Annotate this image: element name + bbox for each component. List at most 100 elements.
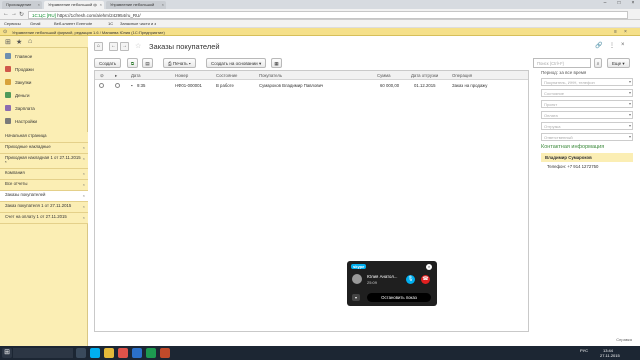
col-number[interactable]: Номер (175, 73, 188, 78)
sidebar-section-main[interactable]: Главное (0, 50, 88, 62)
task-view-icon[interactable] (76, 348, 86, 358)
app-close-icon[interactable]: × (624, 29, 627, 35)
open-item[interactable]: Приходные накладные × (0, 143, 88, 154)
more-vertical-icon[interactable]: ⋮ (609, 42, 615, 49)
maximize-icon[interactable]: □ (612, 0, 626, 8)
contact-name[interactable]: Владимир Сумароков (541, 153, 633, 162)
menu-icon[interactable]: ≡ (614, 29, 617, 35)
browser-tab[interactable]: Прохождение × (2, 1, 42, 9)
filter-icon[interactable]: ▤ (142, 58, 153, 68)
bookmark-item[interactable]: Сервисы (4, 21, 21, 26)
url-input[interactable]: 1С:ЦС [RU] https://1cfresh.com/a/ehm/242… (28, 11, 628, 19)
col-date[interactable]: Дата (131, 73, 141, 78)
col-ship-date[interactable]: Дата отгрузки (411, 73, 438, 78)
close-icon[interactable]: × (426, 264, 432, 270)
filter-shipment[interactable]: Отгрузка ▾ (541, 122, 633, 130)
forward-icon[interactable]: → (120, 42, 129, 51)
excel-icon[interactable] (146, 348, 156, 358)
copy-icon[interactable]: ⧉ (127, 58, 138, 68)
back-icon[interactable]: ← (3, 11, 9, 17)
filter-customer[interactable]: Покупатель, ИНН, телефон ▾ (541, 78, 633, 86)
print-button[interactable]: ⎙ Печать ▾ (163, 58, 196, 68)
open-item[interactable]: Заказ покупателя 1 от 27.11.2015 × (0, 202, 88, 213)
col-amount[interactable]: Сумма (377, 73, 391, 78)
bookmark-item[interactable]: Gmail (30, 21, 40, 26)
bookmark-item[interactable]: Запасные части и з (120, 21, 156, 26)
open-item[interactable]: Приходная накладная 1 от 27.11.2015 * × (0, 154, 88, 169)
create-based-on-button[interactable]: Создать на основании ▾ (206, 58, 267, 68)
search-icon[interactable]: ⌕ (594, 58, 602, 68)
open-item-active[interactable]: Заказы покупателей × (0, 191, 88, 202)
bookmark-item[interactable]: 1С (108, 21, 113, 26)
close-icon[interactable]: × (100, 2, 102, 7)
close-icon[interactable]: × (83, 204, 85, 210)
close-icon[interactable]: × (162, 2, 164, 7)
close-icon[interactable]: × (83, 215, 85, 221)
col-customer[interactable]: Покупатель (259, 73, 282, 78)
filter-state[interactable]: Состояние ▾ (541, 89, 633, 97)
sidebar-section-money[interactable]: Деньги (0, 89, 88, 101)
word-icon[interactable] (132, 348, 142, 358)
close-icon[interactable]: × (83, 156, 85, 162)
hang-up-icon[interactable]: ☎ (421, 275, 430, 284)
minimize-icon[interactable]: – (598, 0, 612, 8)
open-item[interactable]: Начальная страница (0, 132, 88, 143)
filter-responsible[interactable]: Ответственный ▾ (541, 133, 633, 141)
taskbar-search[interactable] (13, 348, 73, 358)
chrome-icon[interactable] (118, 348, 128, 358)
browser-tab[interactable]: Управление небольшой × (106, 1, 166, 9)
home-icon[interactable]: ⌂ (94, 42, 103, 51)
chevron-down-icon[interactable]: ▾ (629, 123, 631, 128)
explorer-icon[interactable] (104, 348, 114, 358)
more-button[interactable]: Еще ▾ (607, 58, 630, 68)
open-item[interactable]: Компания × (0, 169, 88, 180)
window-close-icon[interactable]: × (626, 0, 640, 8)
apps-grid-icon[interactable]: ⊞ (5, 38, 11, 46)
reload-icon[interactable]: ↻ (19, 11, 24, 18)
back-icon[interactable]: ← (109, 42, 118, 51)
sidebar-section-settings[interactable]: Настройки (0, 115, 88, 127)
create-button[interactable]: Создать (94, 58, 122, 68)
period-link[interactable]: Период: за все время (541, 70, 633, 75)
filter-payment[interactable]: Оплата ▾ (541, 111, 633, 119)
chevron-down-icon[interactable]: ▾ (629, 112, 631, 117)
sidebar-section-salary[interactable]: Зарплата (0, 102, 88, 114)
favorites-star-icon[interactable]: ★ (16, 38, 22, 46)
forward-icon[interactable]: → (11, 11, 17, 17)
help-link[interactable]: Справка (616, 337, 632, 342)
col-operation[interactable]: Операция (452, 73, 472, 78)
search-input[interactable]: Поиск (Ctrl+F) (533, 58, 591, 68)
report-icon[interactable]: ▦ (271, 58, 282, 68)
row-status-radio[interactable] (99, 83, 104, 88)
chevron-down-icon[interactable]: ▾ (629, 101, 631, 106)
sidebar-section-purchases[interactable]: Закупки (0, 76, 88, 88)
favorite-star-icon[interactable]: ☆ (135, 42, 141, 50)
close-icon[interactable]: × (38, 2, 40, 7)
stop-sharing-button[interactable]: Остановить показ (367, 293, 431, 302)
chevron-down-icon[interactable]: ▾ (629, 134, 631, 139)
row-flag-radio[interactable] (115, 83, 120, 88)
col-state[interactable]: Состояние (216, 73, 237, 78)
windows-start-icon[interactable]: ⊞ (2, 348, 12, 358)
close-icon[interactable]: × (83, 145, 85, 151)
skype-icon[interactable] (90, 348, 100, 358)
history-icon[interactable]: ⌂ (28, 38, 32, 45)
close-icon[interactable]: × (83, 171, 85, 177)
chevron-down-icon[interactable]: ▾ (629, 79, 631, 84)
microphone-icon[interactable]: 🎙 (406, 275, 415, 284)
close-form-icon[interactable]: × (621, 42, 625, 48)
filter-project[interactable]: Проект ▾ (541, 100, 633, 108)
browser-tab-active[interactable]: Управление небольшой ф × (44, 1, 104, 9)
close-icon[interactable]: × (83, 182, 85, 188)
close-icon[interactable]: × (83, 193, 85, 199)
link-icon[interactable]: 🔗 (595, 42, 602, 49)
chevron-down-icon[interactable]: ▾ (352, 294, 360, 301)
bookmark-item[interactable]: Веб-клиент Evernote (54, 21, 92, 26)
open-item[interactable]: Счет на оплату 1 от 27.11.2015 × (0, 213, 88, 224)
app-icon[interactable] (160, 348, 170, 358)
sidebar-section-sales[interactable]: Продажи (0, 63, 88, 75)
keyboard-language[interactable]: РУС (580, 348, 588, 353)
open-item[interactable]: Все отчеты × (0, 180, 88, 191)
clock-date[interactable]: 27.11.2015 (600, 353, 620, 358)
table-row[interactable]: ▪ 9:35 НФ01-000001 В работе Сумароков Вл… (95, 82, 528, 90)
